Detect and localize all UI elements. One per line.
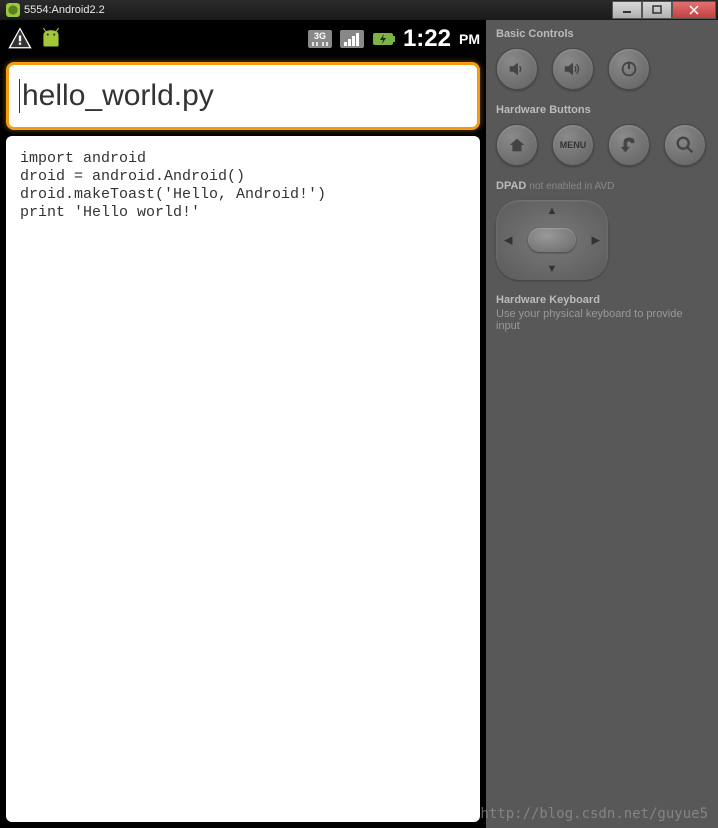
dpad-up-icon: ▲ [547,205,558,217]
warning-icon [6,25,34,53]
clock-ampm: PM [459,31,480,47]
power-button[interactable] [608,48,650,90]
close-button[interactable] [672,1,716,19]
back-button[interactable] [608,124,650,166]
svg-text:3G: 3G [314,31,326,41]
dpad-down-icon: ▼ [547,263,558,275]
hardware-keyboard-title: Hardware Keyboard [496,294,708,306]
network-3g-icon: 3G [307,26,333,52]
watermark: http://blog.csdn.net/guyue5 [480,806,708,822]
app-icon [6,3,20,17]
signal-icon [339,26,365,52]
dpad-left-icon: ◀ [504,234,512,247]
menu-button[interactable]: MENU [552,124,594,166]
dpad-title: DPAD not enabled in AVD [496,180,708,192]
android-icon [38,27,64,51]
home-button[interactable] [496,124,538,166]
volume-up-button[interactable] [552,48,594,90]
filename-input[interactable]: hello_world.py [6,62,480,130]
hardware-keyboard-subtitle: Use your physical keyboard to provide in… [496,308,708,332]
dpad: ▲ ▼ ◀ ▶ [496,200,608,280]
minimize-button[interactable] [612,1,642,19]
maximize-button[interactable] [642,1,672,19]
code-editor[interactable]: import android droid = android.Android()… [6,136,480,822]
clock-time: 1:22 [403,25,451,53]
window-titlebar: 5554:Android2.2 [0,0,718,20]
battery-icon [371,26,397,52]
dpad-right-icon: ▶ [592,234,600,247]
window-title: 5554:Android2.2 [24,4,105,16]
search-button[interactable] [664,124,706,166]
dpad-center-button [528,228,576,252]
volume-down-button[interactable] [496,48,538,90]
hardware-buttons-title: Hardware Buttons [496,104,708,116]
basic-controls-title: Basic Controls [496,28,708,40]
filename-text: hello_world.py [19,79,467,113]
emulator-controls: Basic Controls Hardware Buttons MENU [486,20,718,828]
emulator-screen: 3G 1:22 PM hello_world.py import android… [0,20,486,828]
android-status-bar: 3G 1:22 PM [0,20,486,58]
